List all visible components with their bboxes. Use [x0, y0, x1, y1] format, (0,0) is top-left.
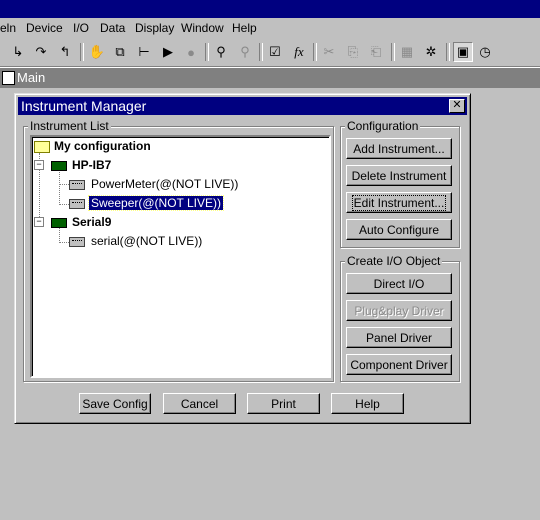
find-icon[interactable]: ⚲ — [212, 43, 230, 61]
paste-icon[interactable]: ⎗ — [367, 43, 385, 61]
menu-data[interactable]: Data — [100, 21, 125, 35]
main-window-title-bar: Main — [0, 68, 540, 88]
tree-node-serial9[interactable]: Serial9 — [72, 215, 111, 229]
step-out-icon[interactable]: ↰ — [56, 43, 74, 61]
edit-instrument-button[interactable]: Edit Instrument... — [346, 192, 452, 213]
configuration-label: Configuration — [345, 119, 421, 133]
menu-bar: eln Device I/O Data Display Window Help — [0, 18, 540, 39]
stop-icon[interactable]: ● — [182, 43, 200, 61]
tree-node-serial[interactable]: serial(@(NOT LIVE)) — [91, 234, 202, 248]
save-config-button[interactable]: Save Config — [79, 393, 151, 414]
menu-io[interactable]: I/O — [73, 21, 89, 35]
show-panel-icon[interactable]: ▣ — [453, 42, 473, 62]
toolbar-separator — [80, 43, 84, 61]
interface-bus-icon — [51, 218, 67, 228]
tree-connector — [59, 242, 69, 243]
function-icon[interactable]: fx — [290, 43, 308, 61]
panel-driver-label: Panel Driver — [365, 330, 433, 345]
menu-help-fragment[interactable]: eln — [0, 21, 16, 35]
save-config-label: Save Config — [82, 396, 148, 411]
main-window-title: Main — [17, 70, 46, 85]
instrument-icon — [69, 180, 85, 190]
create-io-object-label: Create I/O Object — [345, 254, 443, 268]
copy-icon[interactable]: ⎘ — [344, 43, 362, 61]
help-label: Help — [355, 396, 380, 411]
find-next-icon[interactable]: ⚲ — [236, 43, 254, 61]
dialog-title-bar[interactable]: Instrument Manager ✕ — [18, 97, 467, 115]
properties-icon[interactable]: ☑ — [266, 43, 284, 61]
tree-node-hpib7[interactable]: HP-IB7 — [72, 158, 111, 172]
cancel-label: Cancel — [180, 396, 219, 411]
timer-icon[interactable]: ◷ — [476, 43, 494, 61]
toolbar: ↳ ↷ ↰ ✋ ⧉ ⊢ ▶ ● ⚲ ⚲ ☑ fx ✂ ⎘ ⎗ ▦ ✲ ▣ ◷ — [0, 39, 540, 67]
hand-icon[interactable]: ✋ — [88, 43, 106, 61]
connect-icon[interactable]: ⊢ — [135, 43, 153, 61]
instrument-tree[interactable]: My configuration − HP-IB7 PowerMeter(@(N… — [30, 135, 331, 378]
toolbar-separator — [259, 43, 263, 61]
interface-bus-icon — [51, 161, 67, 171]
debug-icon[interactable]: ✲ — [422, 43, 440, 61]
print-button[interactable]: Print — [247, 393, 320, 414]
auto-configure-button[interactable]: Auto Configure — [346, 219, 452, 240]
folder-icon — [34, 141, 50, 153]
tree-connector — [59, 204, 69, 205]
close-button[interactable]: ✕ — [449, 99, 465, 113]
copy-objects-icon[interactable]: ⧉ — [111, 43, 129, 61]
menu-help[interactable]: Help — [232, 21, 257, 35]
tree-node-sweeper[interactable]: Sweeper(@(NOT LIVE)) — [88, 195, 224, 211]
toolbar-separator — [446, 43, 450, 61]
run-icon[interactable]: ▶ — [159, 43, 177, 61]
cut-icon[interactable]: ✂ — [320, 43, 338, 61]
add-instrument-label: Add Instrument... — [353, 141, 445, 156]
step-over-icon[interactable]: ↷ — [32, 43, 50, 61]
tree-node-root[interactable]: My configuration — [54, 139, 151, 153]
auto-configure-label: Auto Configure — [358, 222, 440, 237]
panel-icon[interactable]: ▦ — [398, 43, 416, 61]
plug-and-play-driver-label: Plug&play Driver — [354, 303, 444, 318]
instrument-icon — [69, 237, 85, 247]
component-driver-label: Component Driver — [350, 357, 448, 372]
toolbar-separator — [205, 43, 209, 61]
toolbar-separator — [391, 43, 395, 61]
step-into-icon[interactable]: ↳ — [9, 43, 27, 61]
dialog-title: Instrument Manager — [21, 98, 147, 114]
menu-display[interactable]: Display — [135, 21, 174, 35]
cancel-button[interactable]: Cancel — [163, 393, 236, 414]
instrument-list-label: Instrument List — [28, 119, 111, 133]
tree-connector — [59, 167, 60, 205]
tree-node-powermeter[interactable]: PowerMeter(@(NOT LIVE)) — [91, 177, 238, 191]
toolbar-separator — [313, 43, 317, 61]
direct-io-label: Direct I/O — [373, 276, 425, 291]
component-driver-button[interactable]: Component Driver — [346, 354, 452, 375]
collapse-icon[interactable]: − — [34, 217, 44, 227]
help-button[interactable]: Help — [331, 393, 404, 414]
instrument-icon — [69, 199, 85, 209]
direct-io-button[interactable]: Direct I/O — [346, 273, 452, 294]
edit-instrument-label: Edit Instrument... — [351, 194, 447, 211]
add-instrument-button[interactable]: Add Instrument... — [346, 138, 452, 159]
menu-device[interactable]: Device — [26, 21, 63, 35]
menu-window[interactable]: Window — [181, 21, 224, 35]
delete-instrument-button[interactable]: Delete Instrument — [346, 165, 452, 186]
print-label: Print — [271, 396, 296, 411]
tree-connector — [59, 184, 69, 185]
plug-and-play-driver-button[interactable]: Plug&play Driver — [346, 300, 452, 321]
panel-driver-button[interactable]: Panel Driver — [346, 327, 452, 348]
collapse-icon[interactable]: − — [34, 160, 44, 170]
document-icon — [2, 71, 15, 85]
delete-instrument-label: Delete Instrument — [351, 168, 447, 183]
application-title-bar — [0, 0, 540, 18]
